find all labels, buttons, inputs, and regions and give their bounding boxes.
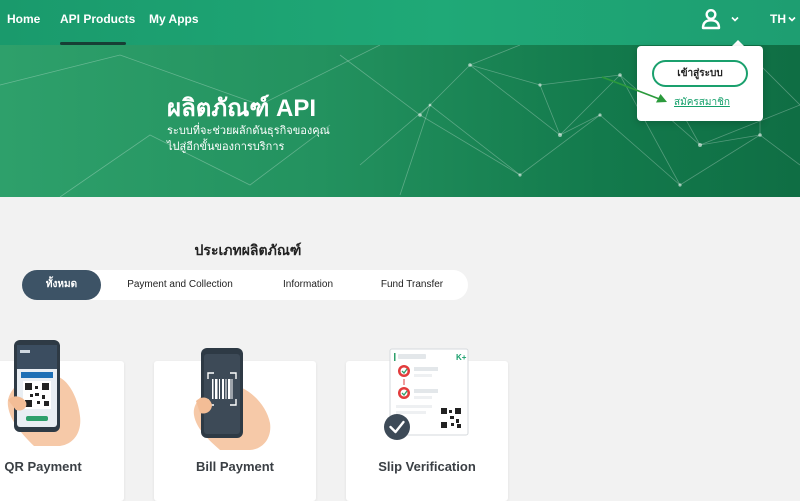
nav-home[interactable]: Home: [7, 12, 40, 26]
language-selector[interactable]: TH: [770, 12, 786, 26]
product-card-title: Bill Payment: [195, 459, 275, 474]
filter-fund-transfer[interactable]: Fund Transfer: [364, 270, 460, 300]
page-title: ผลิตภัณฑ์ API: [167, 95, 317, 122]
svg-text:K+: K+: [456, 353, 467, 362]
nav-api-products[interactable]: API Products: [60, 12, 135, 26]
filter-payment-collection[interactable]: Payment and Collection: [110, 270, 250, 300]
hero-subtitle-line2: ไปสู่อีกขั้นของการบริการ: [167, 141, 285, 153]
phone-qr-illustration: [7, 340, 81, 446]
slip-document-illustration: K+: [384, 348, 469, 440]
filter-all[interactable]: ทั้งหมด: [22, 270, 101, 300]
chevron-down-icon[interactable]: [788, 15, 796, 23]
section-title: ประเภทผลิตภัณฑ์: [194, 242, 302, 258]
nav-my-apps[interactable]: My Apps: [149, 12, 199, 26]
top-navbar: Home API Products My Apps TH: [0, 0, 800, 45]
phone-barcode-illustration: [193, 348, 271, 450]
user-icon[interactable]: [700, 8, 722, 30]
category-filter-bar: ทั้งหมด Payment and Collection Informati…: [22, 270, 468, 300]
register-link[interactable]: สมัครสมาชิก: [674, 95, 730, 110]
product-card-title: Slip Verification: [378, 459, 476, 474]
hero-subtitle: ระบบที่จะช่วยผลักดันธุรกิจของคุณ ไปสู่อี…: [167, 123, 330, 155]
chevron-down-icon[interactable]: [731, 15, 739, 23]
hero-subtitle-line1: ระบบที่จะช่วยผลักดันธุรกิจของคุณ: [167, 125, 330, 137]
pointer-arrow-annotation: [601, 76, 667, 103]
product-card-title: QR Payment: [4, 459, 82, 474]
filter-information[interactable]: Information: [266, 270, 350, 300]
